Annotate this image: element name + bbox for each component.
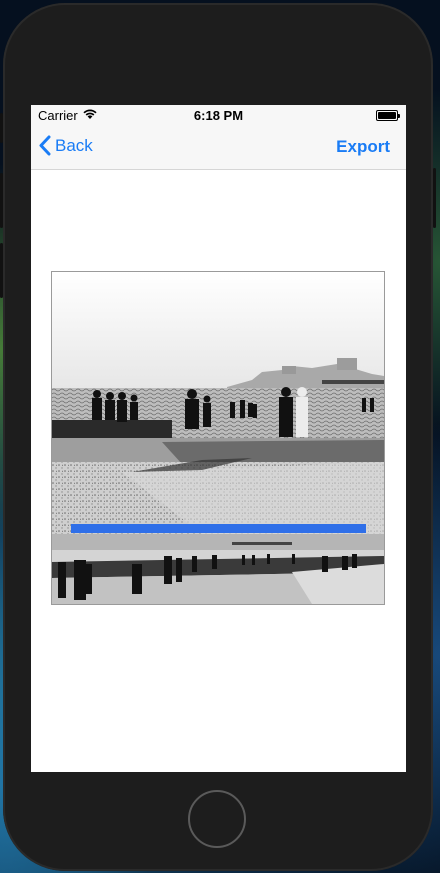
volume-up-button — [0, 173, 3, 228]
mute-switch — [0, 113, 3, 143]
export-button[interactable]: Export — [336, 137, 390, 157]
photo-image — [52, 272, 384, 604]
photo-preview — [51, 271, 385, 605]
navigation-bar: Back Export — [31, 125, 406, 170]
export-progress-fill — [71, 524, 366, 533]
export-progress-bar — [71, 524, 366, 533]
back-label: Back — [55, 135, 93, 155]
home-button[interactable] — [188, 790, 246, 848]
battery-icon — [376, 110, 400, 121]
volume-down-button — [0, 243, 3, 298]
chevron-left-icon — [39, 135, 51, 156]
power-button — [433, 168, 436, 228]
back-button[interactable]: Back — [39, 135, 93, 156]
device-screen: Carrier 6:18 PM Back Export — [31, 105, 406, 772]
clock: 6:18 PM — [193, 108, 244, 123]
status-bar: Carrier 6:18 PM — [31, 105, 406, 125]
